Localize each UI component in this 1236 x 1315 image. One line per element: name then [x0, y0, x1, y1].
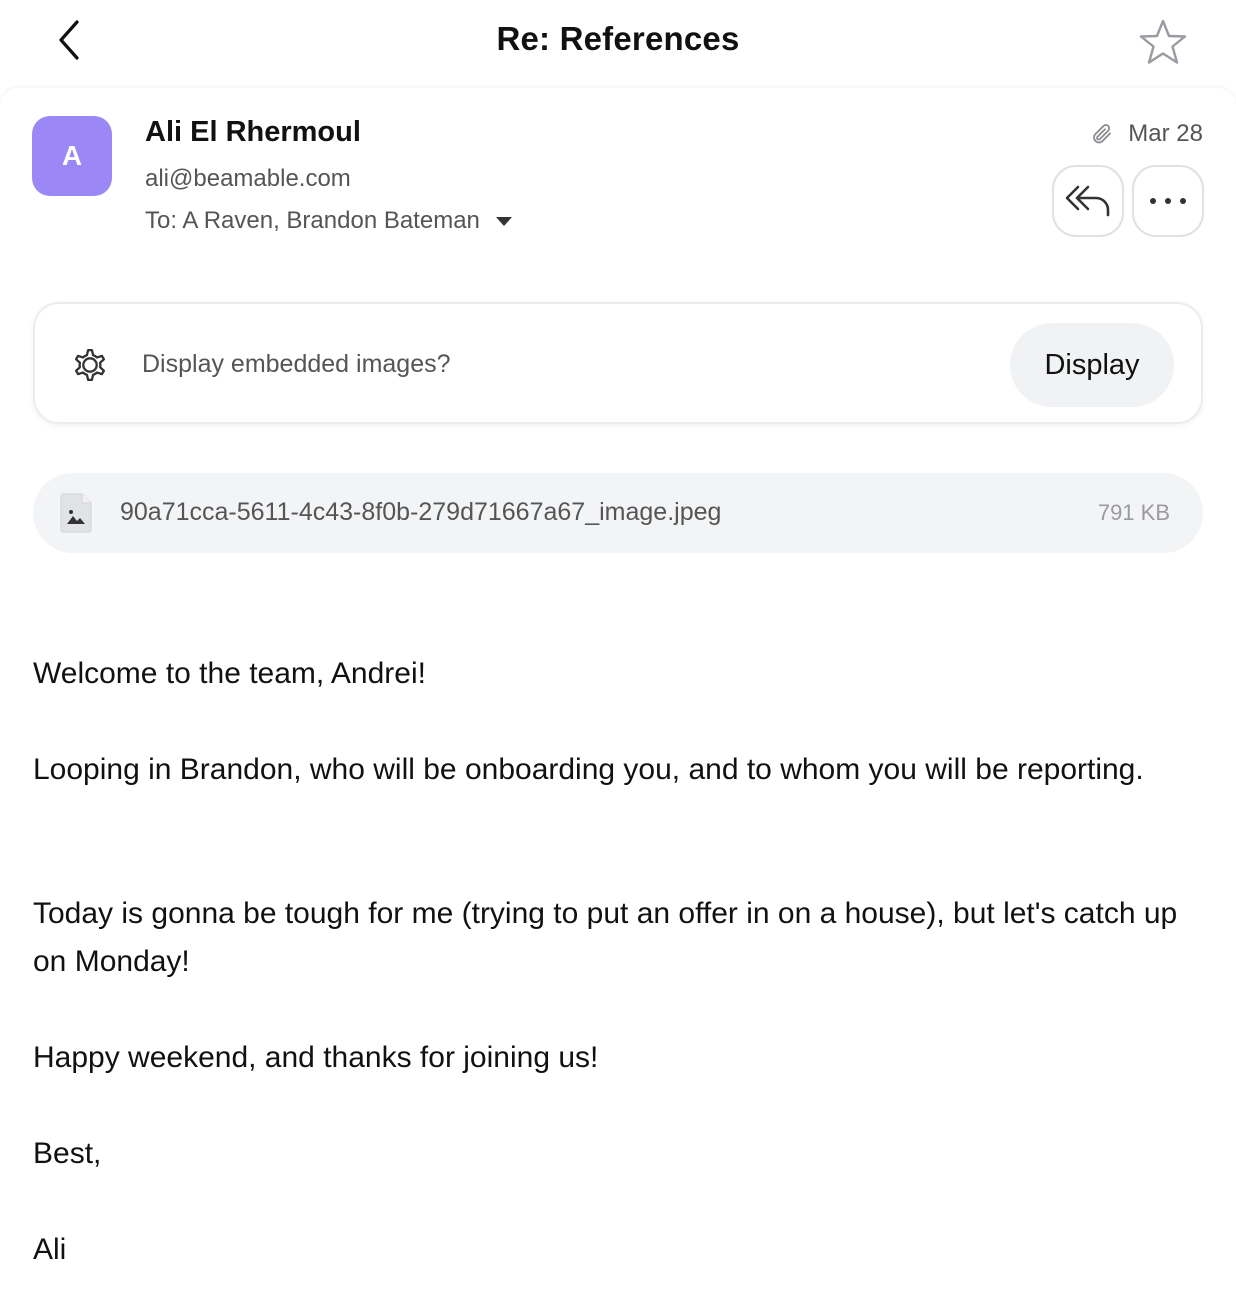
star-outline-icon	[1139, 19, 1187, 64]
body-paragraph: Today is gonna be tough for me (trying t…	[33, 897, 1178, 978]
image-file-icon	[60, 493, 92, 533]
more-horizontal-icon	[1150, 198, 1186, 204]
date-row: Mar 28	[1090, 120, 1203, 148]
sender-name[interactable]: Ali El Rhermoul	[145, 116, 361, 149]
body-paragraph: Welcome to the team, Andrei!	[33, 657, 426, 690]
reply-all-button[interactable]	[1052, 165, 1124, 237]
sender-email: ali@beamable.com	[145, 165, 351, 192]
embedded-images-prompt: Display embedded images?	[142, 350, 451, 378]
gear-icon	[74, 348, 106, 382]
avatar[interactable]: A	[32, 116, 112, 196]
attachment-size: 791 KB	[1097, 500, 1170, 525]
page-title: Re: References	[496, 20, 740, 57]
body-paragraph: Looping in Brandon, who will be onboardi…	[33, 753, 1144, 786]
recipients-label: To: A Raven, Brandon Bateman	[145, 207, 480, 234]
reply-all-icon	[1065, 185, 1110, 217]
star-button[interactable]	[1134, 14, 1192, 70]
body-paragraph: Happy weekend, and thanks for joining us…	[33, 1041, 599, 1074]
body-paragraph: Ali	[33, 1233, 67, 1266]
embedded-images-banner: Display embedded images? Display	[33, 302, 1203, 424]
more-button[interactable]	[1132, 165, 1204, 237]
attachment-filename: 90a71cca-5611-4c43-8f0b-279d71667a67_ima…	[120, 498, 722, 526]
attachment-item[interactable]: 90a71cca-5611-4c43-8f0b-279d71667a67_ima…	[33, 473, 1203, 553]
paperclip-icon	[1093, 124, 1112, 144]
display-images-button[interactable]: Display	[1010, 323, 1174, 407]
message-date: Mar 28	[1128, 120, 1203, 147]
caret-down-icon	[495, 216, 512, 226]
top-bar: Re: References	[0, 0, 1236, 84]
recipients-toggle[interactable]: To: A Raven, Brandon Bateman	[145, 207, 512, 235]
body-paragraph: Best,	[33, 1137, 102, 1170]
